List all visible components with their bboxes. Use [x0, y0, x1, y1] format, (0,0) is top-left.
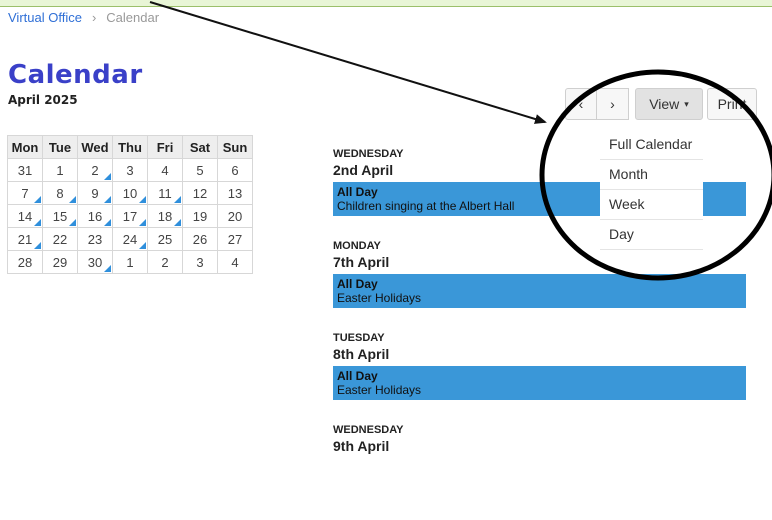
- annotation-arrow: [149, 1, 547, 124]
- annotation-overlay: [149, 1, 772, 281]
- annotation-circle: [539, 69, 772, 281]
